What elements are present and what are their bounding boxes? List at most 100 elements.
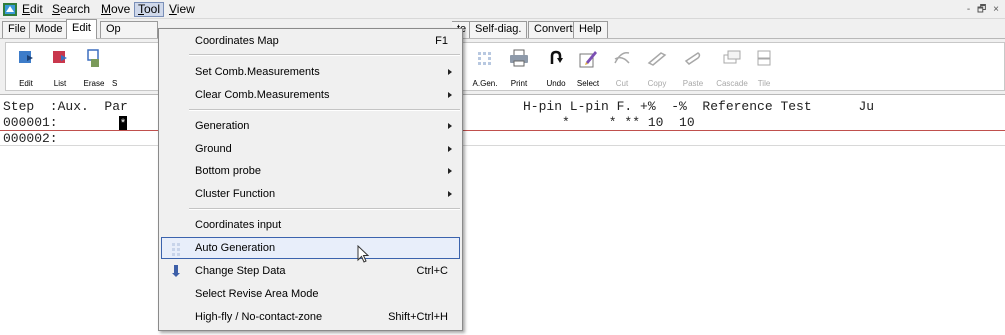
tile-icon — [757, 50, 771, 66]
step-number[interactable]: 000002: — [3, 131, 58, 146]
s-button-label: S — [112, 79, 118, 88]
cascade-button[interactable]: Cascade — [714, 43, 750, 91]
s-button[interactable]: S — [110, 43, 158, 91]
menu-tool[interactable]: Tool — [134, 2, 165, 17]
menu-item-label: Ground — [195, 143, 232, 155]
menu-separator — [189, 109, 460, 111]
row-divider — [0, 145, 1005, 146]
list-button-label: List — [53, 79, 67, 88]
cut-button-label: Cut — [615, 79, 629, 88]
tab-mode[interactable]: Mode — [29, 21, 69, 38]
menu-edit[interactable]: Edit — [19, 2, 46, 17]
tab-row: File Mode Edit Op te Self-diag. Convert … — [0, 19, 1005, 39]
printer-icon — [510, 49, 528, 67]
menu-item-label: Clear Comb.Measurements — [195, 89, 330, 101]
undo-button[interactable]: Undo — [541, 43, 571, 91]
auto-generation-button[interactable]: A.Gen. — [468, 43, 502, 91]
select-button[interactable]: Select — [572, 43, 604, 91]
probe-icon — [172, 265, 180, 277]
menu-item-label: Bottom probe — [195, 165, 262, 177]
print-button[interactable]: Print — [502, 43, 536, 91]
list-button[interactable]: List — [44, 43, 76, 91]
erase-icon — [87, 49, 99, 67]
undo-icon — [550, 50, 563, 64]
submenu-arrow-icon — [448, 168, 452, 174]
mouse-pointer-icon — [357, 245, 370, 263]
menu-item-label: Coordinates Map — [195, 35, 279, 47]
app-icon — [3, 3, 17, 16]
current-row-divider — [0, 130, 1005, 131]
menu-search[interactable]: Search — [49, 2, 93, 17]
menu-item-label: Generation — [195, 120, 250, 132]
select-icon — [579, 51, 597, 68]
copy-button-label: Copy — [647, 79, 667, 88]
tab-file[interactable]: File — [2, 21, 32, 38]
auto-generation-icon — [172, 243, 180, 256]
menu-item-label: Set Comb.Measurements — [195, 66, 320, 78]
edit-button-label: Edit — [19, 79, 33, 88]
tab-self-diag[interactable]: Self-diag. — [469, 21, 528, 38]
menu-move[interactable]: Move — [98, 2, 133, 17]
print-button-label: Print — [510, 79, 528, 88]
menu-separator — [189, 54, 460, 56]
undo-button-label: Undo — [546, 79, 566, 88]
submenu-arrow-icon — [448, 123, 452, 129]
menu-item-shortcut: Ctrl+C — [416, 265, 448, 277]
menu-item-cluster-function[interactable]: Cluster Function — [161, 183, 460, 205]
tab-help[interactable]: Help — [573, 21, 608, 38]
menu-view[interactable]: View — [166, 2, 198, 17]
tile-button-label: Tile — [757, 79, 771, 88]
menu-item-label: Cluster Function — [195, 188, 276, 200]
row-values: * * ** 10 10 — [562, 115, 695, 130]
copy-button[interactable]: Copy — [640, 43, 674, 91]
erase-button-label: Erase — [83, 79, 105, 88]
menu-item-generation[interactable]: Generation — [161, 115, 460, 137]
copy-icon — [647, 52, 667, 66]
menu-item-set-comb-measurements[interactable]: Set Comb.Measurements — [161, 61, 460, 83]
list-icon — [53, 51, 67, 63]
cut-icon — [614, 51, 630, 64]
step-number[interactable]: 000001: — [3, 115, 58, 130]
menu-item-change-step-data[interactable]: Change Step Data Ctrl+C — [161, 260, 460, 282]
menu-item-coordinates-input[interactable]: Coordinates input — [161, 214, 460, 236]
menu-item-label: Select Revise Area Mode — [195, 288, 319, 300]
window-controls[interactable]: - 🗗 × — [967, 2, 1001, 19]
step-grid[interactable]: Step :Aux. Par H-pin L-pin F. +% -% Refe… — [0, 96, 1005, 335]
cascade-button-label: Cascade — [716, 79, 748, 88]
menu-item-label: Auto Generation — [195, 242, 276, 254]
erase-button[interactable]: Erase — [78, 43, 110, 91]
menu-item-label: Coordinates input — [195, 219, 282, 231]
submenu-arrow-icon — [448, 146, 452, 152]
menu-item-bottom-probe[interactable]: Bottom probe — [161, 160, 460, 182]
tab-convert[interactable]: Convert — [528, 21, 579, 38]
tab-edit[interactable]: Edit — [66, 19, 97, 39]
grid-header-left: Step :Aux. Par — [3, 99, 128, 114]
menu-item-auto-generation[interactable]: Auto Generation — [161, 237, 460, 259]
toolbar-panel: Edit List Erase S A.Gen. Print Undo Sele… — [5, 42, 1005, 91]
menu-item-coordinates-map[interactable]: Coordinates Map F1 — [161, 30, 460, 52]
menu-bar: Edit Search Move Tool View - 🗗 × — [0, 0, 1005, 19]
menu-item-high-fly[interactable]: High-fly / No-contact-zone Shift+Ctrl+H — [161, 306, 460, 328]
menu-item-clear-comb-measurements[interactable]: Clear Comb.Measurements — [161, 84, 460, 106]
edit-icon — [19, 51, 33, 63]
edit-button[interactable]: Edit — [10, 43, 42, 91]
menu-separator — [189, 208, 460, 210]
cell-cursor[interactable]: * — [119, 116, 127, 130]
tab-op[interactable]: Op — [100, 21, 158, 38]
cut-button[interactable]: Cut — [606, 43, 638, 91]
auto-generation-button-label: A.Gen. — [472, 79, 498, 88]
tool-dropdown-menu: Coordinates Map F1 Set Comb.Measurements… — [158, 28, 463, 331]
submenu-arrow-icon — [448, 69, 452, 75]
submenu-arrow-icon — [448, 191, 452, 197]
menu-item-ground[interactable]: Ground — [161, 138, 460, 160]
paste-icon — [684, 52, 701, 65]
toolbar: Edit List Erase S A.Gen. Print Undo Sele… — [0, 39, 1005, 95]
grid-header-right: H-pin L-pin F. +% -% Reference Test Ju — [523, 99, 875, 114]
menu-item-select-revise-area-mode[interactable]: Select Revise Area Mode — [161, 283, 460, 305]
submenu-arrow-icon — [448, 92, 452, 98]
paste-button[interactable]: Paste — [676, 43, 710, 91]
grid-icon — [478, 52, 491, 65]
tile-button[interactable]: Tile — [750, 43, 778, 91]
menu-item-shortcut: Shift+Ctrl+H — [388, 311, 448, 323]
select-button-label: Select — [576, 79, 600, 88]
